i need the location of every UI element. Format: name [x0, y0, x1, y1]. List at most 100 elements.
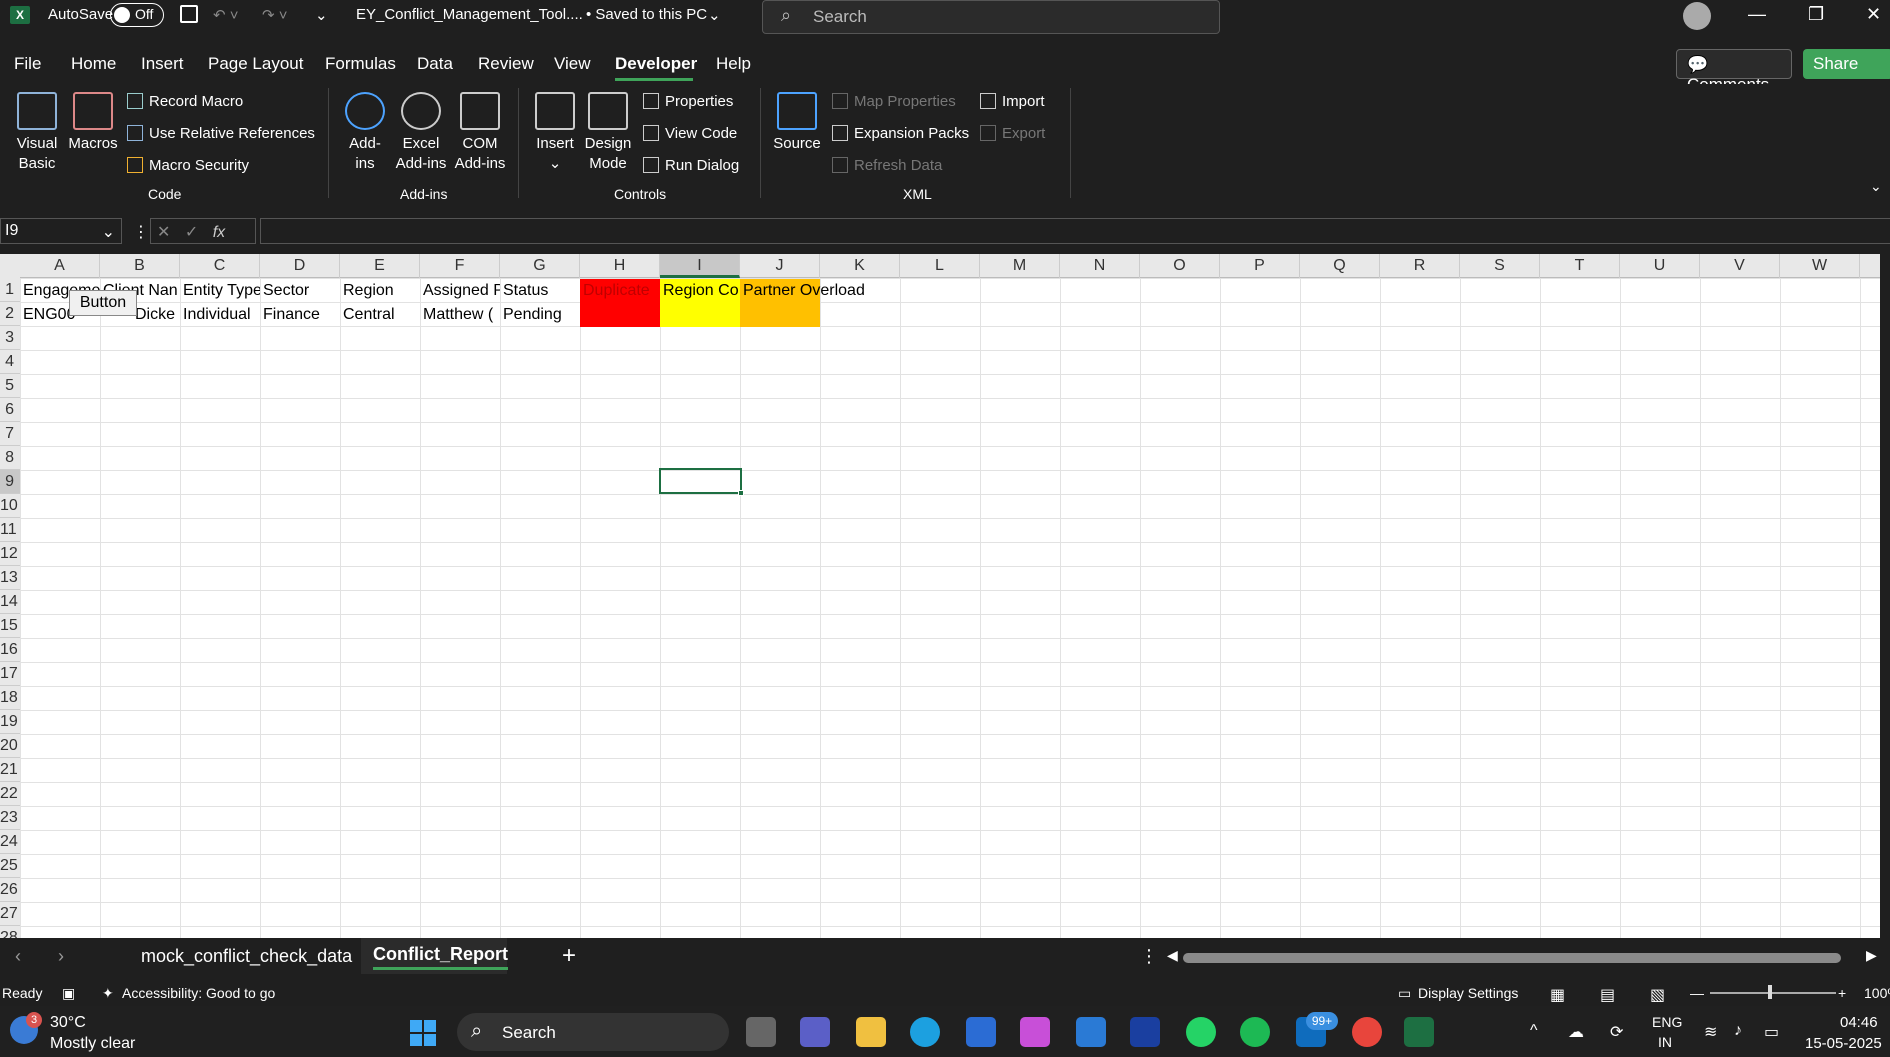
accessibility-status[interactable]: Accessibility: Good to go	[122, 985, 275, 1001]
macro-security-button[interactable]: Macro Security	[127, 157, 249, 174]
more-options-icon[interactable]: ⋮	[1140, 946, 1158, 967]
tab-data[interactable]: Data	[417, 54, 453, 74]
weather-temp[interactable]: 30°C	[50, 1014, 86, 1032]
tab-formulas[interactable]: Formulas	[325, 54, 396, 74]
run-dialog-button[interactable]: Run Dialog	[643, 157, 739, 174]
teams-icon[interactable]	[800, 1017, 830, 1047]
tab-home[interactable]: Home	[71, 54, 116, 74]
onedrive-icon[interactable]: ☁	[1568, 1022, 1584, 1042]
save-status[interactable]: • Saved to this PC	[586, 6, 707, 23]
customize-toolbar-icon[interactable]: ⌄	[315, 6, 328, 24]
copilot-icon[interactable]	[1020, 1017, 1050, 1047]
column-header-O[interactable]: O	[1140, 254, 1220, 278]
column-header-V[interactable]: V	[1700, 254, 1780, 278]
whatsapp-icon[interactable]	[1186, 1017, 1216, 1047]
row-header-21[interactable]: 21	[0, 758, 20, 782]
tab-review[interactable]: Review	[478, 54, 534, 74]
row-header-2[interactable]: 2	[0, 302, 20, 326]
edge-icon[interactable]	[910, 1017, 940, 1047]
insert-function-button[interactable]: fx	[213, 224, 225, 241]
volume-icon[interactable]: ♪	[1734, 1022, 1742, 1040]
com-addins-button[interactable]: COM Add-ins	[452, 92, 508, 174]
language-bottom[interactable]: IN	[1658, 1034, 1672, 1050]
more-options-icon[interactable]: ⋮	[133, 222, 149, 242]
cell-H1[interactable]: Duplicate	[580, 279, 660, 303]
column-header-E[interactable]: E	[340, 254, 420, 278]
sync-icon[interactable]: ⟳	[1610, 1022, 1623, 1042]
column-header-N[interactable]: N	[1060, 254, 1140, 278]
map-properties-button[interactable]: Map Properties	[832, 93, 956, 110]
weather-desc[interactable]: Mostly clear	[50, 1035, 135, 1053]
save-icon[interactable]	[180, 5, 198, 23]
cell-B2[interactable]: Dicke	[132, 303, 180, 327]
page-layout-view-icon[interactable]: ▤	[1600, 985, 1615, 1005]
source-button[interactable]: Source	[772, 92, 822, 154]
row-header-1[interactable]: 1	[0, 278, 20, 302]
hscroll-left-icon[interactable]: ◀	[1167, 947, 1178, 964]
battery-icon[interactable]: ▭	[1764, 1022, 1779, 1042]
row-header-5[interactable]: 5	[0, 374, 20, 398]
tab-insert[interactable]: Insert	[141, 54, 184, 74]
record-macro-button[interactable]: Record Macro	[127, 93, 243, 110]
design-mode-button[interactable]: Design Mode	[583, 92, 633, 174]
cell-F1[interactable]: Assigned P	[420, 279, 500, 303]
visual-basic-button[interactable]: Visual Basic	[12, 92, 62, 174]
column-header-K[interactable]: K	[820, 254, 900, 278]
row-header-11[interactable]: 11	[0, 518, 20, 542]
cell-I1[interactable]: Region Co	[660, 279, 740, 303]
cell-F2[interactable]: Matthew (	[420, 303, 500, 327]
worksheet-grid[interactable]: ABCDEFGHIJKLMNOPQRSTUVW 1 2 3 4 5 6 7 8 9 10 11 12 1…	[0, 254, 1880, 938]
row-header-7[interactable]: 7	[0, 422, 20, 446]
column-header-U[interactable]: U	[1620, 254, 1700, 278]
tab-file[interactable]: File	[14, 54, 41, 74]
column-header-R[interactable]: R	[1380, 254, 1460, 278]
display-settings-button[interactable]: Display Settings	[1418, 985, 1518, 1001]
wifi-icon[interactable]: ≋	[1704, 1022, 1717, 1042]
tab-view[interactable]: View	[554, 54, 591, 74]
active-cell-I9[interactable]	[659, 468, 742, 494]
column-header-P[interactable]: P	[1220, 254, 1300, 278]
clock-time[interactable]: 04:46	[1840, 1014, 1878, 1031]
column-header-I[interactable]: I	[660, 254, 740, 278]
row-header-3[interactable]: 3	[0, 326, 20, 350]
cell-D1[interactable]: Sector	[260, 279, 340, 303]
redo-icon[interactable]: ↷ ˅	[262, 6, 288, 24]
row-header-24[interactable]: 24	[0, 830, 20, 854]
column-header-F[interactable]: F	[420, 254, 500, 278]
fill-handle[interactable]	[738, 490, 744, 496]
chevron-down-icon[interactable]: ⌄	[708, 6, 721, 24]
row-header-4[interactable]: 4	[0, 350, 20, 374]
sheet-tab-conflict-report[interactable]: Conflict_Report	[373, 944, 508, 970]
horizontal-scrollbar[interactable]	[1183, 953, 1841, 963]
comments-button[interactable]: 💬 Comments	[1676, 49, 1792, 94]
cell-G1[interactable]: Status	[500, 279, 580, 303]
zoom-slider[interactable]	[1710, 992, 1836, 994]
excel-taskbar-icon[interactable]	[1404, 1017, 1434, 1047]
chrome-icon[interactable]	[1352, 1017, 1382, 1047]
row-header-28[interactable]: 28	[0, 926, 20, 938]
store-icon[interactable]	[1076, 1017, 1106, 1047]
column-header-W[interactable]: W	[1780, 254, 1860, 278]
restore-icon[interactable]: ❐	[1808, 4, 1824, 25]
row-header-9[interactable]: 9	[0, 470, 20, 494]
app-icon[interactable]	[966, 1017, 996, 1047]
row-header-12[interactable]: 12	[0, 542, 20, 566]
row-header-6[interactable]: 6	[0, 398, 20, 422]
autosave-toggle[interactable]: Off	[110, 3, 164, 27]
column-header-L[interactable]: L	[900, 254, 980, 278]
addins-button[interactable]: Add- ins	[340, 92, 390, 174]
scroll-right-icon[interactable]: ›	[58, 946, 64, 967]
search-box[interactable]: ⌕ Search	[762, 0, 1220, 34]
l-app-icon[interactable]	[1130, 1017, 1160, 1047]
scroll-left-icon[interactable]: ‹	[15, 946, 21, 967]
macros-button[interactable]: Macros	[68, 92, 118, 154]
taskbar-search[interactable]: ⌕ Search	[457, 1013, 729, 1051]
minimize-icon[interactable]: —	[1748, 4, 1766, 25]
language-top[interactable]: ENG	[1652, 1014, 1682, 1030]
cell-E1[interactable]: Region	[340, 279, 420, 303]
row-header-8[interactable]: 8	[0, 446, 20, 470]
undo-icon[interactable]: ↶ ˅	[213, 6, 239, 24]
spotify-icon[interactable]	[1240, 1017, 1270, 1047]
zoom-level[interactable]: 100%	[1864, 985, 1890, 1001]
task-view-icon[interactable]	[746, 1017, 776, 1047]
